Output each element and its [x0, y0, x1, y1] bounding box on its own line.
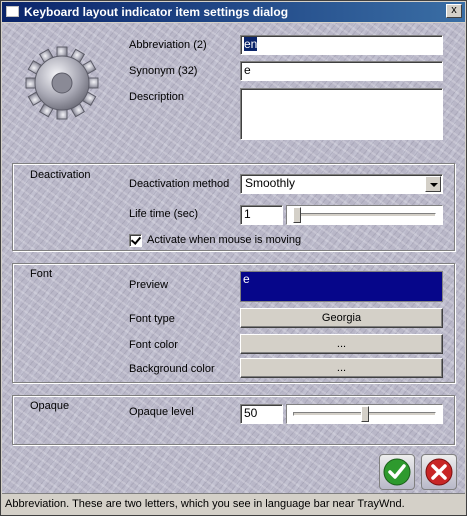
- deactivation-method-value: Smoothly: [245, 176, 296, 190]
- cancel-button[interactable]: [421, 454, 457, 490]
- background-color-label: Background color: [129, 363, 215, 375]
- lifetime-slider[interactable]: [286, 205, 443, 225]
- deactivation-method-select[interactable]: Smoothly: [240, 174, 443, 194]
- opaque-group-label: Opaque: [30, 400, 70, 412]
- settings-dialog-window: Keyboard layout indicator item settings …: [0, 0, 467, 516]
- preview-label: Preview: [129, 279, 169, 291]
- description-input[interactable]: [240, 88, 443, 140]
- abbreviation-label: Abbreviation (2): [129, 39, 207, 51]
- background-color-button[interactable]: ...: [240, 358, 443, 378]
- abbreviation-input[interactable]: en: [240, 35, 443, 55]
- status-bar: Abbreviation. These are two letters, whi…: [2, 493, 465, 514]
- activate-mouse-checkbox[interactable]: [129, 234, 142, 247]
- synonym-input[interactable]: e: [240, 61, 443, 81]
- abbreviation-value: en: [244, 37, 258, 51]
- opaque-level-label: Opaque level: [129, 406, 194, 418]
- ok-button[interactable]: [379, 454, 415, 490]
- font-type-label: Font type: [129, 313, 175, 325]
- opaque-level-input[interactable]: 50: [240, 404, 283, 424]
- lifetime-slider-thumb[interactable]: [293, 207, 301, 223]
- font-preview: e: [240, 271, 443, 302]
- font-group-label: Font: [30, 268, 53, 280]
- deactivation-method-label: Deactivation method: [129, 178, 230, 190]
- window-title: Keyboard layout indicator item settings …: [24, 5, 289, 19]
- title-bar[interactable]: Keyboard layout indicator item settings …: [2, 2, 465, 22]
- opaque-level-slider[interactable]: [286, 404, 443, 424]
- font-color-label: Font color: [129, 339, 178, 351]
- lifetime-input[interactable]: 1: [240, 205, 283, 225]
- gear-icon: [25, 46, 99, 120]
- opaque-slider-thumb[interactable]: [361, 406, 369, 422]
- synonym-label: Synonym (32): [129, 65, 198, 77]
- description-label: Description: [129, 91, 185, 103]
- font-color-button[interactable]: ...: [240, 334, 443, 354]
- lifetime-slider-track: [293, 213, 436, 217]
- lifetime-label: Life time (sec): [129, 208, 199, 220]
- window-icon: [6, 6, 19, 17]
- status-text: Abbreviation. These are two letters, whi…: [5, 498, 405, 510]
- checkmark-icon: [383, 458, 411, 486]
- deactivation-group-label: Deactivation: [30, 169, 91, 181]
- font-type-button[interactable]: Georgia: [240, 308, 443, 328]
- close-button[interactable]: x: [446, 4, 462, 18]
- dialog-client-area: Abbreviation (2) en Synonym (32) e Descr…: [2, 23, 465, 493]
- activate-mouse-label: Activate when mouse is moving: [147, 234, 302, 246]
- cross-icon: [425, 458, 453, 486]
- chevron-down-icon[interactable]: [425, 176, 441, 192]
